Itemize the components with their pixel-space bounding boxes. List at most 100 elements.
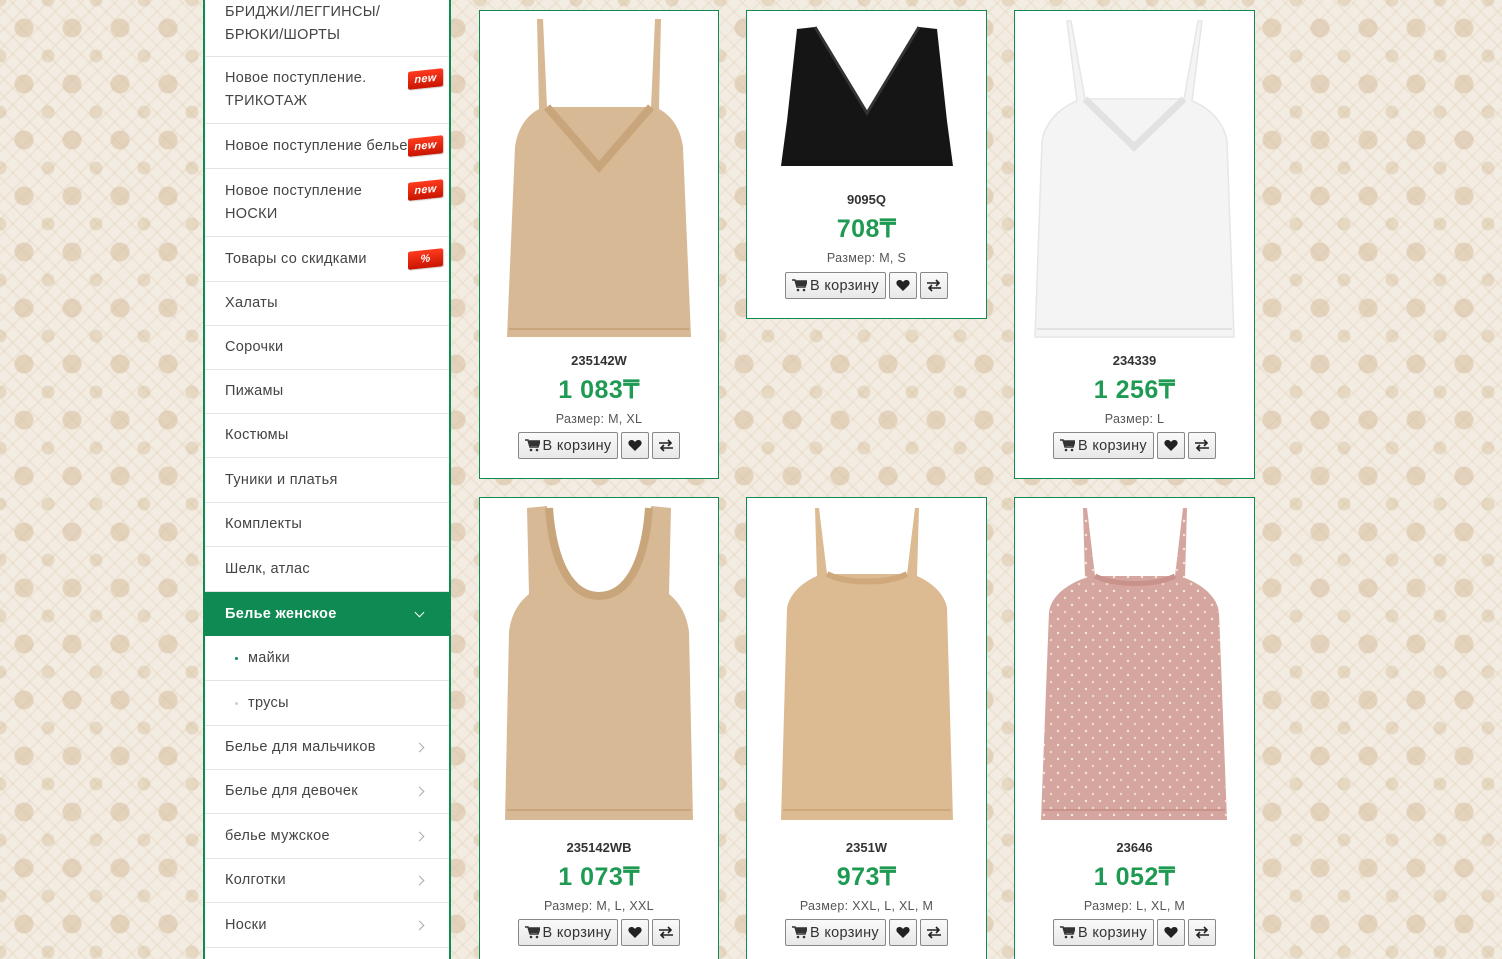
heart-icon [628,927,643,938]
product-card[interactable]: 9095Q 708₸ Размер: M, S В корзину [746,10,987,319]
product-image[interactable] [480,17,718,342]
heart-icon [628,440,643,451]
product-image[interactable] [747,21,986,171]
sidebar-item-label: Шелк, атлас [225,560,310,577]
add-to-cart-button[interactable]: В корзину [517,432,619,459]
sidebar-item-label: Новое поступление белье [225,137,408,154]
product-image[interactable] [1015,17,1254,342]
sidebar-item-label: майки [248,649,291,666]
sidebar-item-sets[interactable]: Комплекты [205,503,449,547]
sidebar-item-label: трусы [248,694,289,711]
compare-arrows-icon [1194,439,1209,452]
bullet-icon [235,656,238,660]
wishlist-button[interactable] [621,432,650,459]
product-image[interactable] [1015,504,1254,824]
product-price: 973₸ [836,863,897,891]
compare-button[interactable] [919,272,948,299]
cart-icon [792,279,808,292]
add-to-cart-button[interactable]: В корзину [1053,919,1154,946]
add-to-cart-label: В корзину [542,924,612,941]
sidebar-item-label: Новое поступление НОСКИ [225,182,363,222]
add-to-cart-label: В корзину [810,924,879,941]
wishlist-button[interactable] [1156,919,1185,946]
compare-button[interactable] [652,432,681,459]
product-image[interactable] [747,504,986,824]
sidebar-item-bridges[interactable]: БРИДЖИ/ЛЕГГИНСЫ/ БРЮКИ/ШОРТЫ [205,0,449,57]
discount-badge: % [408,248,443,270]
product-price: 1 052₸ [1093,863,1176,891]
add-to-cart-label: В корзину [810,277,879,294]
add-to-cart-button[interactable]: В корзину [1053,432,1154,459]
sidebar-item-tunics[interactable]: Туники и платья [205,458,449,503]
product-card[interactable]: 235142WB 1 073₸ Размер: M, L, XXL В корз… [479,497,719,959]
sidebar-item-label: Комплекты [225,516,303,532]
add-to-cart-button[interactable]: В корзину [517,919,619,946]
compare-button[interactable] [1187,432,1216,459]
product-card[interactable]: 23646 1 052₸ Размер: L, XL, M В корзину [1014,497,1255,959]
product-sku: 23646 [1116,840,1153,855]
sidebar-item-label: Халаты [225,295,278,311]
sidebar-subitem-tanks[interactable]: майки [205,636,449,681]
sidebar-item-label: Носки [225,916,267,933]
chevron-down-icon [414,607,425,617]
sidebar-item-silk[interactable]: Шелк, атлас [205,547,449,592]
product-sku: 235142WB [566,840,632,855]
add-to-cart-label: В корзину [1078,437,1147,454]
sidebar-item-label: Пижамы [225,383,284,399]
sidebar-item-tights[interactable]: Колготки [205,859,449,903]
product-card[interactable]: 235142W 1 083₸ Размер: M, XL В корзину [479,10,719,479]
sidebar-item-robes[interactable]: Халаты [205,282,449,326]
sidebar-item-label: Новое поступление. ТРИКОТАЖ [225,70,367,109]
product-image[interactable] [480,504,718,824]
sidebar-item-label: Белье для девочек [225,783,358,799]
product-price: 1 073₸ [558,863,640,891]
heart-icon [896,280,910,291]
sidebar-item-label: Белье женское [225,605,337,622]
sidebar-item-new-socks[interactable]: Новое поступление НОСКИ new [205,169,449,237]
sidebar-item-discounts[interactable]: Товары со скидками % [205,237,449,282]
product-sizes: Размер: XXL, L, XL, M [799,899,934,913]
add-to-cart-button[interactable]: В корзину [785,919,886,946]
sidebar-item-pajamas[interactable]: Пижамы [205,370,449,414]
sidebar-item-label: Сорочки [225,339,284,355]
wishlist-button[interactable] [1156,432,1185,459]
compare-arrows-icon [1194,926,1209,939]
cart-icon [524,439,540,452]
wishlist-button[interactable] [888,919,917,946]
chevron-right-icon [414,786,425,797]
compare-arrows-icon [659,439,674,452]
sidebar-item-nightgowns[interactable]: Сорочки [205,326,449,370]
compare-button[interactable] [919,919,948,946]
compare-arrows-icon [926,279,941,292]
product-sizes: Размер: M, S [826,251,907,265]
chevron-right-icon [414,742,425,753]
sidebar-item-suits[interactable]: Костюмы [205,414,449,458]
product-card[interactable]: 2351W 973₸ Размер: XXL, L, XL, M В корзи… [746,497,987,959]
sidebar-subitem-briefs[interactable]: трусы [205,681,449,726]
sidebar-item-boys[interactable]: Белье для мальчиков [205,726,449,770]
sidebar-item-girls[interactable]: Белье для девочек [205,770,449,814]
add-to-cart-label: В корзину [1078,924,1147,941]
sidebar-item-new-underwear[interactable]: Новое поступление белье new [205,124,449,169]
sidebar-item-label: БРИДЖИ/ЛЕГГИНСЫ/ БРЮКИ/ШОРТЫ [225,4,381,43]
wishlist-button[interactable] [888,272,917,299]
sidebar-item-new-knitwear[interactable]: Новое поступление. ТРИКОТАЖ new [205,57,449,124]
sidebar-item-men[interactable]: белье мужское [205,814,449,859]
cart-icon [792,926,808,939]
product-sku: 2351W [845,840,888,855]
wishlist-button[interactable] [621,919,650,946]
compare-arrows-icon [926,926,941,939]
product-sizes: Размер: L, XL, M [1083,899,1186,913]
add-to-cart-button[interactable]: В корзину [785,272,886,299]
compare-button[interactable] [1187,919,1216,946]
sidebar-item-women-underwear[interactable]: Белье женское [205,592,449,636]
cart-icon [524,926,540,939]
sidebar-item-socks[interactable]: Носки [205,903,449,948]
product-card[interactable]: 234339 1 256₸ Размер: L В корзину [1014,10,1255,479]
heart-icon [896,927,910,938]
product-sizes: Размер: M, L, XXL [544,899,654,913]
sidebar-item-label: Туники и платья [225,471,338,488]
product-sizes: Размер: M, XL [555,412,643,426]
compare-button[interactable] [652,919,681,946]
chevron-right-icon [414,831,425,841]
